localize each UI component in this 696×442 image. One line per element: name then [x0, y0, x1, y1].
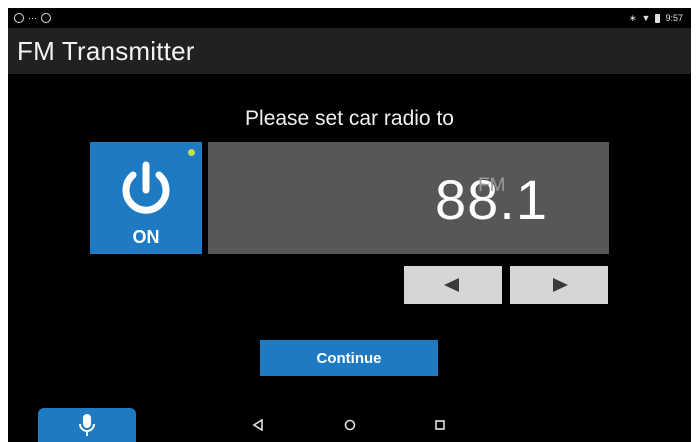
status-time: 9:57	[665, 13, 683, 23]
microphone-icon	[79, 414, 95, 436]
power-icon	[122, 161, 170, 214]
arrow-right-icon	[553, 278, 568, 292]
app-bar: FM Transmitter	[8, 28, 691, 74]
frequency-unit: FM	[478, 175, 506, 196]
voice-input-button[interactable]	[38, 408, 136, 442]
wifi-icon: ▼	[641, 13, 651, 23]
status-left-icons: ⋯	[14, 13, 51, 23]
continue-button[interactable]: Continue	[260, 340, 438, 376]
home-circle-icon	[344, 419, 356, 431]
power-state-label: ON	[132, 227, 160, 247]
nav-back-button[interactable]	[246, 415, 270, 435]
arrow-left-icon	[444, 278, 459, 292]
steering-wheel-icon	[41, 13, 51, 23]
radio-prompt: Please set car radio to	[245, 107, 454, 130]
status-indicator-dot	[188, 149, 195, 156]
frequency-display: 88.1 FM	[208, 142, 609, 254]
recents-square-icon	[435, 420, 445, 430]
nav-recents-button[interactable]	[428, 415, 452, 435]
frequency-down-button[interactable]	[404, 266, 502, 304]
frequency-up-button[interactable]	[510, 266, 608, 304]
status-bar: ⋯ ∗ ▼ 9:57	[8, 8, 691, 28]
nav-home-button[interactable]	[338, 415, 362, 435]
app-title: FM Transmitter	[17, 35, 195, 66]
battery-icon	[655, 13, 661, 23]
circle-icon	[14, 13, 24, 23]
notification-icon: ⋯	[28, 13, 37, 23]
status-right-icons: ∗ ▼ 9:57	[629, 13, 683, 23]
device-screen: ⋯ ∗ ▼ 9:57 FM Transmitter Please set car…	[8, 8, 691, 442]
bluetooth-icon: ∗	[629, 13, 637, 23]
power-toggle-button[interactable]: ON	[90, 142, 202, 254]
back-triangle-icon	[252, 419, 263, 431]
